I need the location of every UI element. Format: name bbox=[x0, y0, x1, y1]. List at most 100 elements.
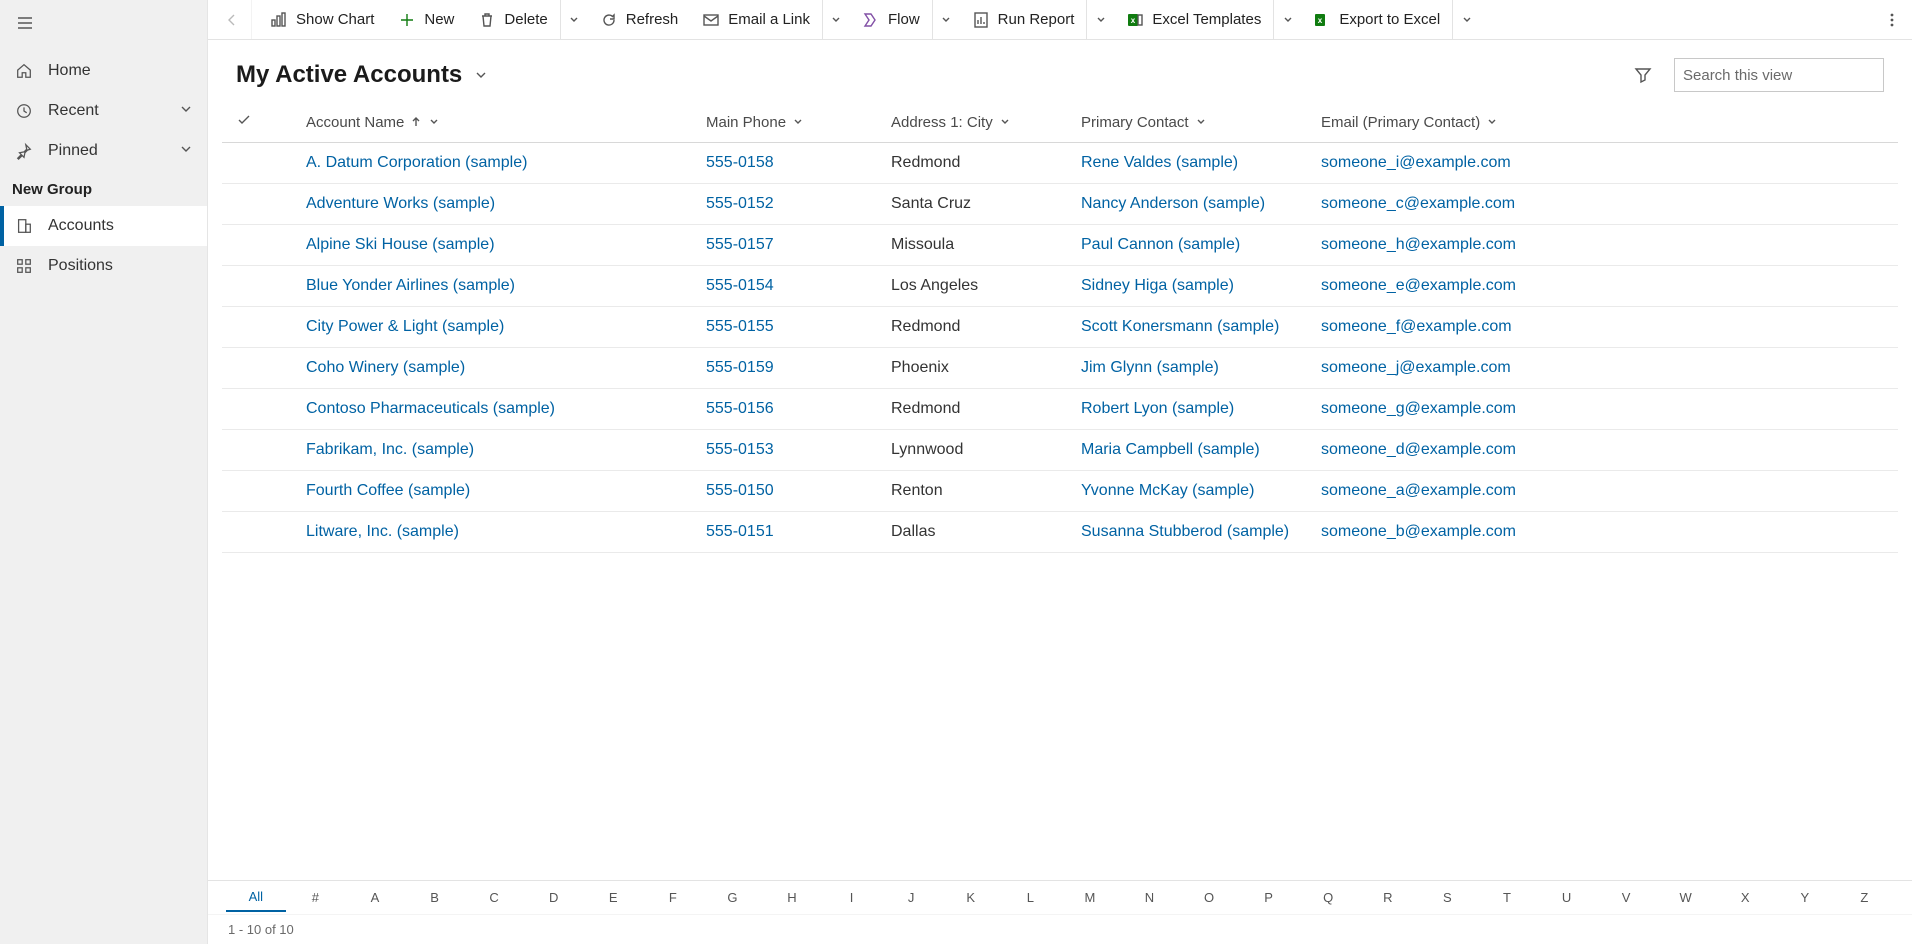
row-select[interactable] bbox=[222, 307, 266, 348]
cell-email[interactable]: someone_h@example.com bbox=[1311, 225, 1898, 266]
cell-contact[interactable]: Nancy Anderson (sample) bbox=[1071, 184, 1311, 225]
select-all-column[interactable] bbox=[222, 102, 266, 143]
cell-phone[interactable]: 555-0156 bbox=[696, 389, 881, 430]
alpha-filter-h[interactable]: H bbox=[762, 884, 822, 911]
column-account-name[interactable]: Account Name bbox=[296, 102, 696, 143]
cell-contact[interactable]: Yvonne McKay (sample) bbox=[1071, 471, 1311, 512]
alpha-filter-z[interactable]: Z bbox=[1835, 884, 1895, 911]
cell-email[interactable]: someone_i@example.com bbox=[1311, 143, 1898, 184]
alpha-filter-b[interactable]: B bbox=[405, 884, 465, 911]
new-button[interactable]: New bbox=[386, 0, 466, 40]
cell-email[interactable]: someone_c@example.com bbox=[1311, 184, 1898, 225]
column-city[interactable]: Address 1: City bbox=[881, 102, 1071, 143]
alpha-filter-m[interactable]: M bbox=[1060, 884, 1120, 911]
cell-contact[interactable]: Susanna Stubberod (sample) bbox=[1071, 512, 1311, 553]
run-report-dropdown[interactable] bbox=[1086, 0, 1114, 40]
cell-phone[interactable]: 555-0158 bbox=[696, 143, 881, 184]
cell-account-name[interactable]: Contoso Pharmaceuticals (sample) bbox=[296, 389, 696, 430]
row-select[interactable] bbox=[222, 348, 266, 389]
email-link-dropdown[interactable] bbox=[822, 0, 850, 40]
cell-phone[interactable]: 555-0150 bbox=[696, 471, 881, 512]
alpha-filter-g[interactable]: G bbox=[703, 884, 763, 911]
table-row[interactable]: Coho Winery (sample)555-0159PhoenixJim G… bbox=[222, 348, 1898, 389]
cell-phone[interactable]: 555-0157 bbox=[696, 225, 881, 266]
row-select[interactable] bbox=[222, 389, 266, 430]
cell-phone[interactable]: 555-0159 bbox=[696, 348, 881, 389]
search-input[interactable] bbox=[1683, 67, 1882, 84]
alpha-filter-i[interactable]: I bbox=[822, 884, 882, 911]
excel-templates-dropdown[interactable] bbox=[1273, 0, 1301, 40]
cell-email[interactable]: someone_j@example.com bbox=[1311, 348, 1898, 389]
alpha-filter-d[interactable]: D bbox=[524, 884, 584, 911]
cell-account-name[interactable]: Alpine Ski House (sample) bbox=[296, 225, 696, 266]
back-button[interactable] bbox=[212, 0, 252, 40]
alpha-filter-v[interactable]: V bbox=[1596, 884, 1656, 911]
alpha-filter-all[interactable]: All bbox=[226, 883, 286, 912]
alpha-filter-#[interactable]: # bbox=[286, 884, 346, 911]
cell-account-name[interactable]: Adventure Works (sample) bbox=[296, 184, 696, 225]
cell-contact[interactable]: Maria Campbell (sample) bbox=[1071, 430, 1311, 471]
flow-dropdown[interactable] bbox=[932, 0, 960, 40]
cell-email[interactable]: someone_g@example.com bbox=[1311, 389, 1898, 430]
cell-contact[interactable]: Paul Cannon (sample) bbox=[1071, 225, 1311, 266]
cell-account-name[interactable]: A. Datum Corporation (sample) bbox=[296, 143, 696, 184]
show-chart-button[interactable]: Show Chart bbox=[258, 0, 386, 40]
alpha-filter-c[interactable]: C bbox=[464, 884, 524, 911]
excel-templates-button[interactable]: x Excel Templates bbox=[1114, 0, 1273, 40]
cell-contact[interactable]: Robert Lyon (sample) bbox=[1071, 389, 1311, 430]
cell-account-name[interactable]: Fourth Coffee (sample) bbox=[296, 471, 696, 512]
nav-pinned[interactable]: Pinned bbox=[0, 131, 207, 171]
table-row[interactable]: Contoso Pharmaceuticals (sample)555-0156… bbox=[222, 389, 1898, 430]
run-report-button[interactable]: Run Report bbox=[960, 0, 1087, 40]
nav-home[interactable]: Home bbox=[0, 51, 207, 91]
cell-email[interactable]: someone_f@example.com bbox=[1311, 307, 1898, 348]
alpha-filter-r[interactable]: R bbox=[1358, 884, 1418, 911]
alpha-filter-t[interactable]: T bbox=[1477, 884, 1537, 911]
alpha-filter-l[interactable]: L bbox=[1001, 884, 1061, 911]
cell-email[interactable]: someone_b@example.com bbox=[1311, 512, 1898, 553]
alpha-filter-s[interactable]: S bbox=[1418, 884, 1478, 911]
table-row[interactable]: Fourth Coffee (sample)555-0150RentonYvon… bbox=[222, 471, 1898, 512]
cell-account-name[interactable]: Litware, Inc. (sample) bbox=[296, 512, 696, 553]
alpha-filter-o[interactable]: O bbox=[1179, 884, 1239, 911]
alpha-filter-w[interactable]: W bbox=[1656, 884, 1716, 911]
cell-contact[interactable]: Scott Konersmann (sample) bbox=[1071, 307, 1311, 348]
cell-account-name[interactable]: Coho Winery (sample) bbox=[296, 348, 696, 389]
alpha-filter-e[interactable]: E bbox=[583, 884, 643, 911]
delete-button[interactable]: Delete bbox=[466, 0, 559, 40]
filter-button[interactable] bbox=[1626, 58, 1660, 92]
cell-phone[interactable]: 555-0151 bbox=[696, 512, 881, 553]
nav-accounts[interactable]: Accounts bbox=[0, 206, 207, 246]
alpha-filter-y[interactable]: Y bbox=[1775, 884, 1835, 911]
row-select[interactable] bbox=[222, 430, 266, 471]
cell-contact[interactable]: Sidney Higa (sample) bbox=[1071, 266, 1311, 307]
cell-phone[interactable]: 555-0154 bbox=[696, 266, 881, 307]
table-row[interactable]: Blue Yonder Airlines (sample)555-0154Los… bbox=[222, 266, 1898, 307]
row-select[interactable] bbox=[222, 471, 266, 512]
table-row[interactable]: Alpine Ski House (sample)555-0157Missoul… bbox=[222, 225, 1898, 266]
flow-button[interactable]: Flow bbox=[850, 0, 932, 40]
cell-contact[interactable]: Rene Valdes (sample) bbox=[1071, 143, 1311, 184]
alpha-filter-q[interactable]: Q bbox=[1298, 884, 1358, 911]
column-main-phone[interactable]: Main Phone bbox=[696, 102, 881, 143]
cell-email[interactable]: someone_a@example.com bbox=[1311, 471, 1898, 512]
cell-account-name[interactable]: City Power & Light (sample) bbox=[296, 307, 696, 348]
row-select[interactable] bbox=[222, 184, 266, 225]
alpha-filter-p[interactable]: P bbox=[1239, 884, 1299, 911]
cell-phone[interactable]: 555-0152 bbox=[696, 184, 881, 225]
nav-positions[interactable]: Positions bbox=[0, 246, 207, 286]
table-row[interactable]: A. Datum Corporation (sample)555-0158Red… bbox=[222, 143, 1898, 184]
cell-phone[interactable]: 555-0155 bbox=[696, 307, 881, 348]
export-excel-button[interactable]: x Export to Excel bbox=[1301, 0, 1452, 40]
alpha-filter-f[interactable]: F bbox=[643, 884, 703, 911]
cell-phone[interactable]: 555-0153 bbox=[696, 430, 881, 471]
alpha-filter-n[interactable]: N bbox=[1120, 884, 1180, 911]
cell-account-name[interactable]: Blue Yonder Airlines (sample) bbox=[296, 266, 696, 307]
column-primary-contact[interactable]: Primary Contact bbox=[1071, 102, 1311, 143]
cell-account-name[interactable]: Fabrikam, Inc. (sample) bbox=[296, 430, 696, 471]
search-box[interactable] bbox=[1674, 58, 1884, 92]
cell-contact[interactable]: Jim Glynn (sample) bbox=[1071, 348, 1311, 389]
row-select[interactable] bbox=[222, 143, 266, 184]
row-select[interactable] bbox=[222, 512, 266, 553]
column-email[interactable]: Email (Primary Contact) bbox=[1311, 102, 1898, 143]
